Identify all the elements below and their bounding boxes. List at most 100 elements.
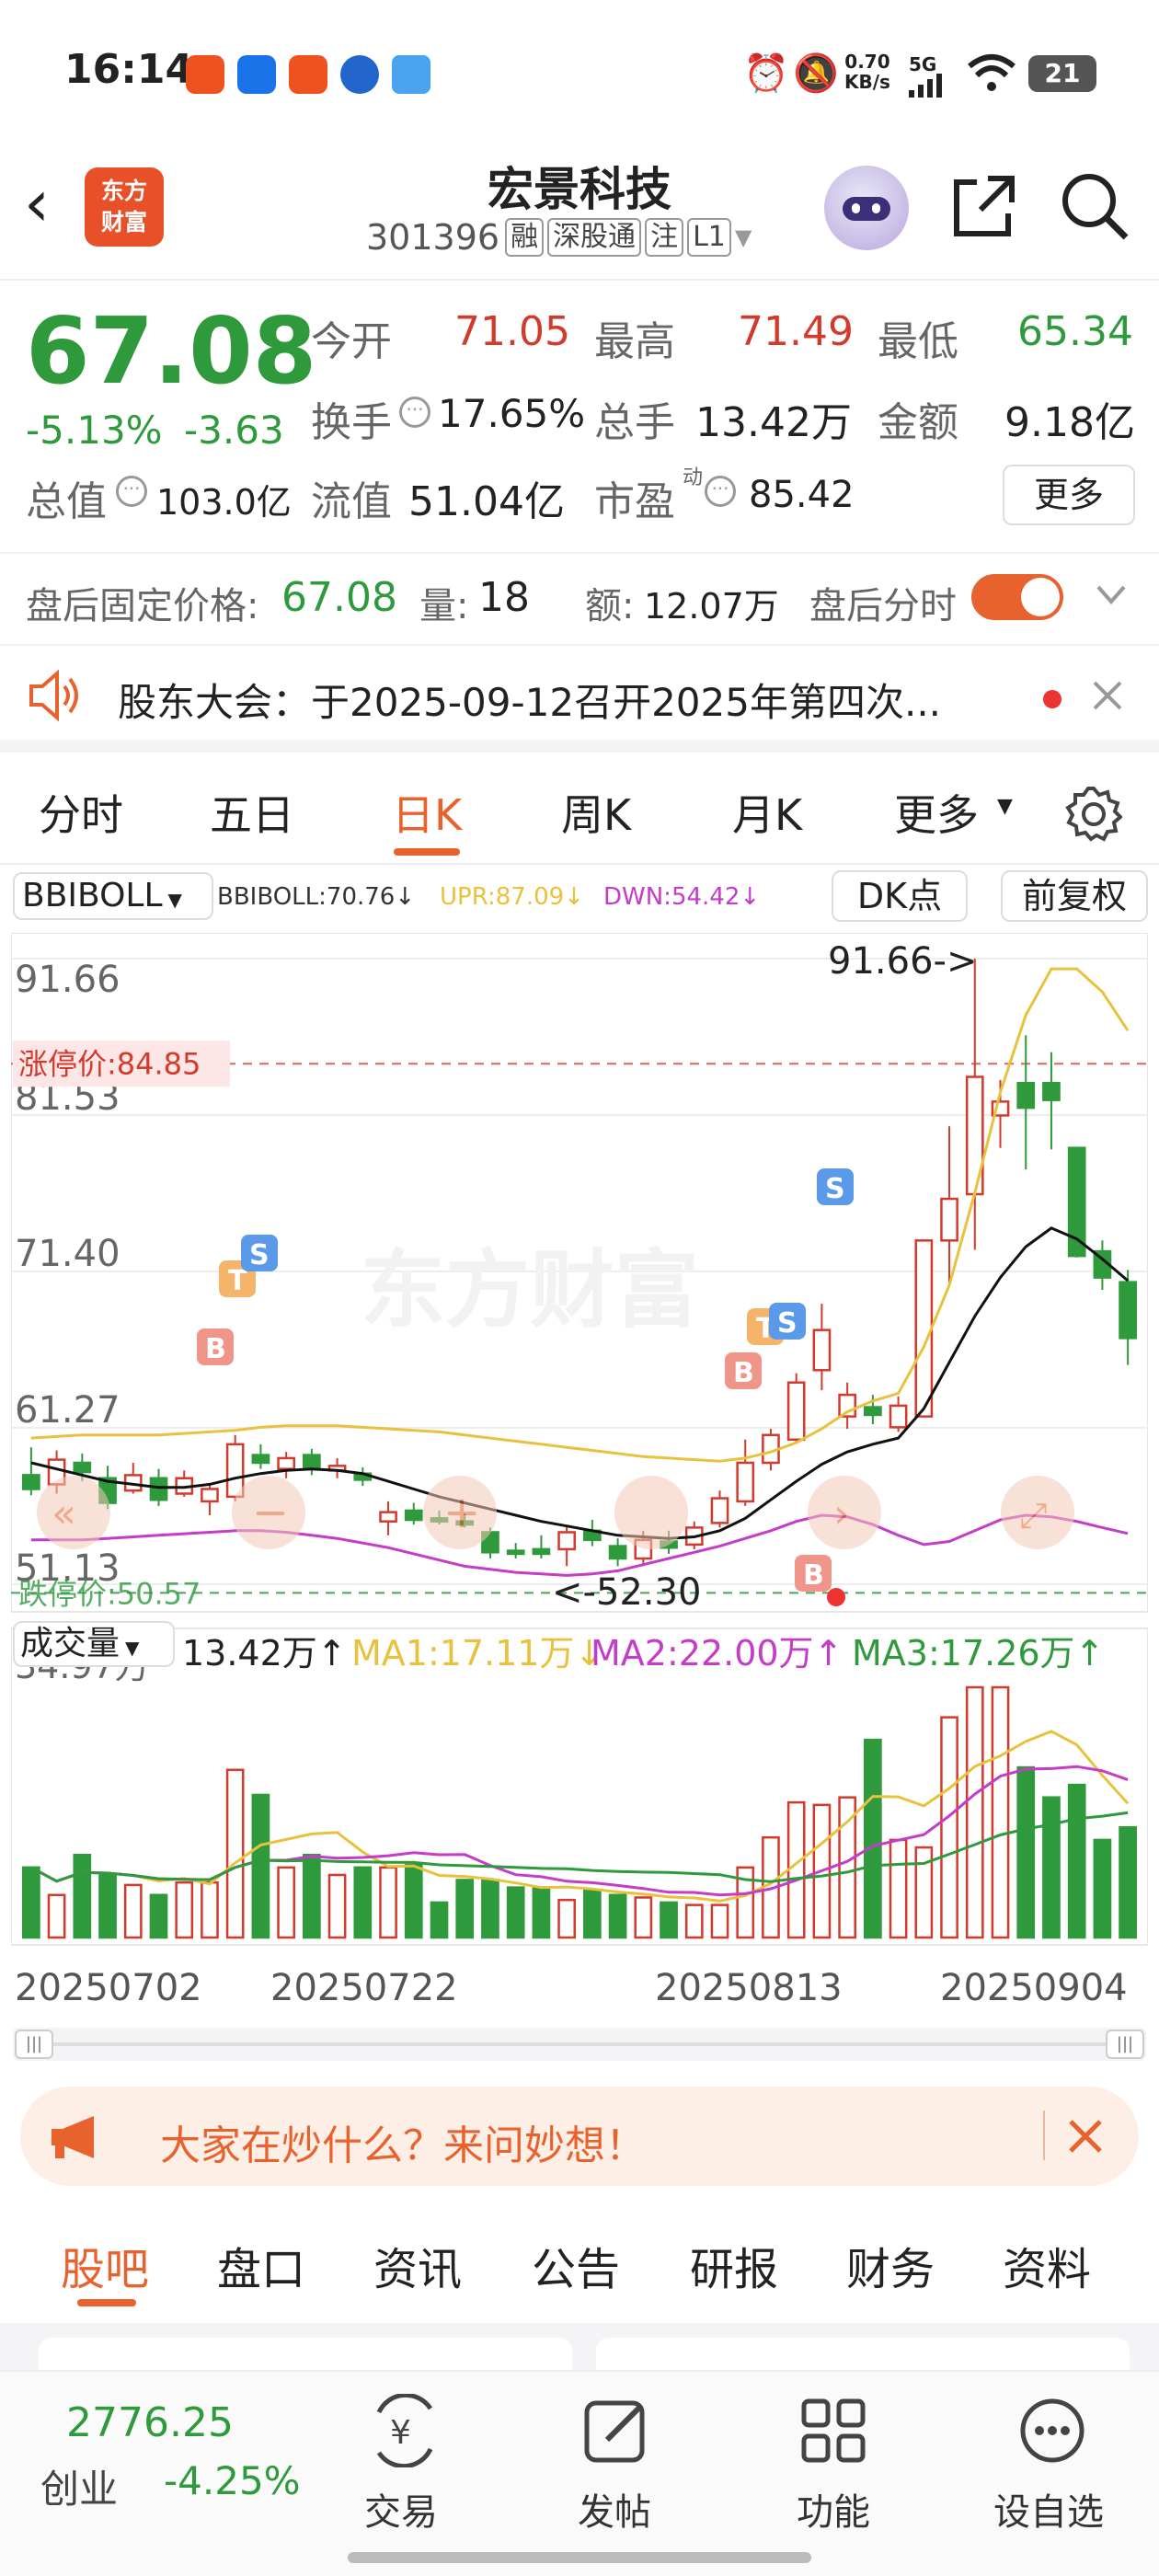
volume-bar — [506, 1886, 525, 1939]
candle-body — [786, 1381, 806, 1442]
compose-icon[interactable] — [580, 2394, 653, 2471]
tab-guba[interactable]: 股吧 — [61, 2233, 149, 2297]
after-vol-label: 量: — [419, 585, 469, 627]
index-value: 2776.25 — [66, 2399, 234, 2446]
tab-profile[interactable]: 资料 — [1003, 2233, 1091, 2297]
close-icon[interactable] — [1089, 677, 1126, 718]
grid-icon[interactable] — [797, 2394, 870, 2471]
volume-bar — [303, 1853, 321, 1939]
tab-more[interactable]: 更多 — [894, 782, 979, 843]
chevron-down-icon[interactable] — [1095, 578, 1128, 615]
low-marker: <-52.30 — [552, 1571, 701, 1614]
volume-bar — [123, 1883, 143, 1939]
candle-body — [914, 1239, 934, 1418]
after-amt-label: 额: — [585, 585, 635, 627]
tab-pankou[interactable]: 盘口 — [217, 2233, 305, 2297]
turnover-value: 17.65% — [438, 391, 586, 436]
dk-point-button[interactable]: DK点 — [832, 870, 968, 922]
vol-ma1-text: MA1:17.11万 — [351, 1633, 575, 1673]
info-icon[interactable]: ··· — [705, 476, 736, 507]
tab-weekly[interactable]: 周K — [561, 782, 631, 843]
more-dots-icon[interactable] — [1016, 2394, 1089, 2471]
low-value: 65.34 — [1017, 308, 1133, 355]
pe-label: 市盈 — [594, 478, 675, 525]
candle-body — [201, 1488, 219, 1503]
volume-bar — [379, 1866, 397, 1939]
scroll-prev-button[interactable] — [614, 1476, 688, 1549]
tab-trade[interactable]: 交易 — [364, 2482, 438, 2536]
notification-icons — [186, 55, 430, 94]
scroll-handle-left[interactable]: ||| — [15, 2030, 53, 2059]
tab-announcements[interactable]: 公告 — [532, 2233, 620, 2297]
more-button[interactable]: 更多 — [1003, 465, 1135, 525]
sell-marker-text: S — [777, 1307, 798, 1340]
tab-intraday[interactable]: 分时 — [39, 782, 123, 843]
tab-research[interactable]: 研报 — [690, 2233, 778, 2297]
bottom-bar: 2776.25 创业 -4.25% ¥ 交易 发帖 功能 设自选 — [0, 2370, 1159, 2576]
ask-banner[interactable]: 大家在炒什么？来问妙想！ — [20, 2087, 1139, 2186]
volume-bar — [965, 1685, 984, 1939]
volume-bar — [404, 1863, 423, 1939]
status-bar: 16:14 ⏰ 🔕 0.70 KB/s 5G 21 — [0, 0, 1159, 147]
bbiboll-value: BBIBOLL:70.76↓ — [217, 883, 416, 911]
candle-body — [22, 1474, 40, 1490]
kline-tabs: 分时 五日 日K 周K 月K 更多 ▼ — [0, 764, 1159, 865]
mktcap-value: 103.0亿 — [156, 482, 292, 523]
close-icon[interactable] — [1065, 2116, 1106, 2160]
tab-post[interactable]: 发帖 — [578, 2482, 651, 2536]
wifi-icon — [968, 53, 1016, 96]
chart-area: BBIBOLL ▼ BBIBOLL:70.76↓ UPR:87.09↓ DWN:5… — [0, 867, 1159, 2081]
trade-icon[interactable]: ¥ — [359, 2392, 451, 2477]
chevron-right-icon: › — [833, 1490, 850, 1537]
change-value: -3.63 — [184, 408, 284, 453]
ask-text: 大家在炒什么？来问妙想！ — [160, 2122, 646, 2169]
vol-ma2-text: MA2:22.00万 — [591, 1633, 814, 1673]
app-icon-1 — [186, 55, 224, 94]
tab-daily[interactable]: 日K — [392, 782, 462, 843]
kline-chart[interactable]: 东方财富 91.66 81.53 71.40 61.27 51.13 涨停价:8… — [11, 933, 1148, 2018]
caret-down-icon: ▼ — [125, 1637, 140, 1659]
volume-bar — [557, 1898, 576, 1939]
scroll-handle-right[interactable]: ||| — [1106, 2030, 1144, 2059]
tab-finance[interactable]: 财务 — [846, 2233, 935, 2297]
tab-monthly[interactable]: 月K — [732, 782, 802, 843]
volume-bar — [1093, 1838, 1112, 1939]
tab-functions[interactable]: 功能 — [797, 2482, 870, 2536]
volume-indicator-label: 成交量 — [20, 1625, 120, 1662]
index-name: 创业 — [40, 2467, 119, 2512]
ai-assistant-icon[interactable] — [824, 166, 909, 250]
last-price: 67.08 — [26, 297, 317, 405]
bbiboll-text: BBIBOLL:70.76 — [217, 883, 396, 911]
volume-bar — [889, 1838, 908, 1939]
search-icon[interactable] — [1060, 171, 1130, 245]
notice-bar[interactable]: 股东大会：于2025-09-12召开2025年第四次... — [0, 644, 1159, 753]
volume-bar — [1067, 1783, 1086, 1939]
quote-panel: 67.08 -5.13% -3.63 今开 71.05 最高 71.49 最低 … — [0, 281, 1159, 547]
chart-scrollbar[interactable]: ||| ||| — [13, 2028, 1146, 2061]
tag-margin: 融 — [505, 218, 545, 257]
volume-indicator-select[interactable]: 成交量 ▼ — [13, 1621, 175, 1667]
info-icon[interactable]: ··· — [399, 397, 430, 428]
tab-5day[interactable]: 五日 — [210, 782, 294, 843]
tab-add-watchlist[interactable]: 设自选 — [993, 2482, 1104, 2536]
stock-code-row[interactable]: 301396 融 深股通 注 L1 ▼ — [366, 217, 752, 258]
expand-icon: ⤢ — [1019, 1495, 1047, 1535]
after-hours-toggle[interactable] — [971, 574, 1063, 620]
mute-icon: 🔕 — [793, 52, 839, 95]
after-hours-bar: 盘后固定价格: 67.08 量: 18 额: 12.07万 盘后分时 — [0, 552, 1159, 644]
info-icon[interactable]: ··· — [116, 476, 147, 507]
candle-body — [277, 1456, 295, 1470]
float-label: 流值 — [311, 478, 392, 525]
indicator-select[interactable]: BBIBOLL ▼ — [13, 872, 213, 920]
candle-body — [149, 1477, 168, 1501]
speaker-icon — [28, 669, 85, 725]
tab-news[interactable]: 资讯 — [373, 2233, 462, 2297]
candle-body — [532, 1547, 551, 1556]
share-icon[interactable] — [951, 173, 1017, 243]
stock-code: 301396 — [366, 217, 500, 258]
vol-ma2: MA2:22.00万↑ — [591, 1633, 843, 1673]
stock-header: ‹ 东方 财富 宏景科技 301396 融 深股通 注 L1 ▼ — [0, 147, 1159, 281]
settings-icon[interactable] — [1065, 786, 1123, 846]
adjust-button[interactable]: 前复权 — [1001, 870, 1148, 922]
candle-body — [736, 1461, 755, 1503]
